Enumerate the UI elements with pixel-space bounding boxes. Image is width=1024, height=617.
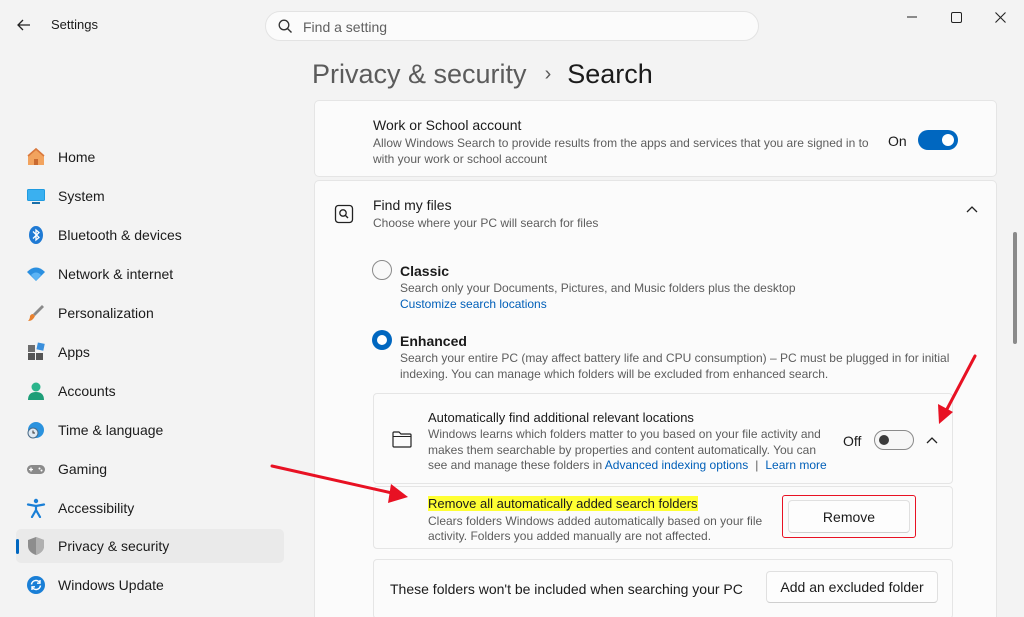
- annotation-arrow-left: [270, 464, 408, 503]
- annotation-arrow-right: [938, 354, 977, 424]
- annotation-arrows: [270, 354, 977, 503]
